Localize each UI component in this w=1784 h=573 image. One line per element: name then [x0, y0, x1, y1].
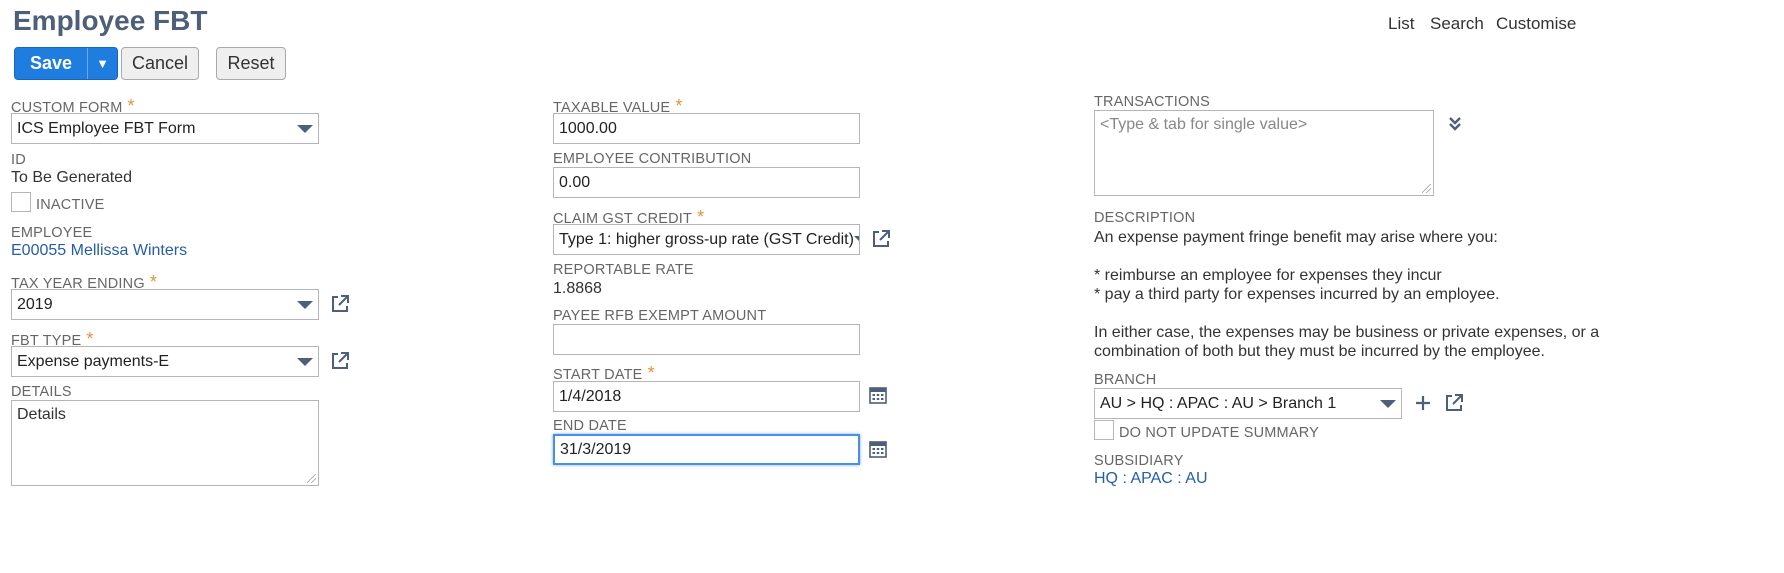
description-line	[1094, 247, 1599, 266]
details-textarea[interactable]: Details	[11, 400, 319, 486]
inactive-label: INACTIVE	[36, 197, 105, 213]
open-external-icon[interactable]	[870, 228, 892, 250]
subsidiary-link[interactable]: HQ : APAC : AU	[1094, 470, 1208, 488]
calendar-icon[interactable]	[868, 439, 888, 459]
description-line: * pay a third party for expenses incurre…	[1094, 286, 1500, 303]
reportable-rate-label: REPORTABLE RATE	[553, 262, 694, 278]
claim-gst-credit-value: Type 1: higher gross-up rate (GST Credit…	[559, 230, 854, 248]
reset-button[interactable]: Reset	[216, 47, 286, 80]
open-external-icon[interactable]	[329, 293, 351, 315]
branch-value: AU > HQ : APAC : AU > Branch 1	[1100, 394, 1337, 412]
details-value: Details	[17, 406, 66, 423]
end-date-label: END DATE	[553, 418, 627, 434]
reportable-rate-value: 1.8868	[553, 280, 602, 297]
start-date-input[interactable]: 1/4/2018	[553, 381, 860, 412]
tax-year-ending-select[interactable]: 2019	[11, 289, 319, 320]
subsidiary-label: SUBSIDIARY	[1094, 453, 1184, 469]
details-label: DETAILS	[11, 384, 72, 400]
branch-label: BRANCH	[1094, 372, 1157, 388]
save-button[interactable]: Save	[15, 48, 87, 79]
custom-form-value: ICS Employee FBT Form	[17, 119, 196, 137]
claim-gst-credit-select[interactable]: Type 1: higher gross-up rate (GST Credit…	[553, 224, 860, 255]
inactive-checkbox[interactable]	[11, 192, 31, 212]
description-line	[1094, 304, 1599, 323]
transactions-placeholder: <Type & tab for single value>	[1100, 116, 1308, 133]
open-external-icon[interactable]	[1443, 392, 1465, 414]
payee-rfb-exempt-amount-label: PAYEE RFB EXEMPT AMOUNT	[553, 308, 767, 324]
double-chevron-down-icon[interactable]	[1446, 115, 1464, 133]
do-not-update-summary-checkbox[interactable]	[1094, 420, 1114, 440]
id-value: To Be Generated	[11, 169, 132, 186]
tax-year-ending-value: 2019	[17, 295, 53, 313]
fbt-type-select[interactable]: Expense payments-E	[11, 346, 319, 377]
description-line: In either case, the expenses may be busi…	[1094, 324, 1600, 341]
nav-customise-link[interactable]: Customise	[1496, 14, 1576, 34]
employee-label: EMPLOYEE	[11, 225, 93, 241]
employee-contribution-label: EMPLOYEE CONTRIBUTION	[553, 151, 752, 167]
resize-handle[interactable]	[307, 474, 316, 483]
chevron-down-icon	[853, 235, 859, 244]
end-date-input[interactable]: 31/3/2019	[553, 434, 860, 465]
description-text: An expense payment fringe benefit may ar…	[1094, 228, 1599, 361]
plus-icon[interactable]	[1413, 393, 1433, 413]
transactions-textarea[interactable]: <Type & tab for single value>	[1094, 110, 1434, 196]
page-title: Employee FBT	[13, 5, 208, 36]
chevron-down-icon	[297, 124, 313, 133]
calendar-icon[interactable]	[868, 385, 888, 405]
cancel-button[interactable]: Cancel	[121, 47, 199, 80]
chevron-down-icon	[297, 357, 313, 366]
taxable-value-input[interactable]: 1000.00	[553, 113, 860, 144]
save-button-group: Save ▼	[14, 47, 118, 80]
description-line: combination of both but they must be inc…	[1094, 343, 1545, 360]
description-line: * reimburse an employee for expenses the…	[1094, 267, 1442, 284]
transactions-label: TRANSACTIONS	[1094, 94, 1210, 110]
payee-rfb-exempt-amount-input[interactable]	[553, 324, 860, 355]
nav-search-link[interactable]: Search	[1430, 14, 1484, 34]
employee-link[interactable]: E00055 Mellissa Winters	[11, 242, 187, 260]
branch-select[interactable]: AU > HQ : APAC : AU > Branch 1	[1094, 388, 1402, 419]
chevron-down-icon	[297, 300, 313, 309]
description-label: DESCRIPTION	[1094, 210, 1196, 226]
chevron-down-icon	[1380, 399, 1396, 408]
description-line: An expense payment fringe benefit may ar…	[1094, 229, 1498, 246]
custom-form-select[interactable]: ICS Employee FBT Form	[11, 113, 319, 144]
open-external-icon[interactable]	[329, 350, 351, 372]
nav-list-link[interactable]: List	[1388, 14, 1414, 34]
save-menu-button[interactable]: ▼	[87, 48, 117, 79]
id-label: ID	[11, 152, 26, 168]
do-not-update-summary-label: DO NOT UPDATE SUMMARY	[1119, 425, 1319, 441]
resize-handle[interactable]	[1422, 184, 1431, 193]
employee-contribution-input[interactable]: 0.00	[553, 167, 860, 198]
fbt-type-value: Expense payments-E	[17, 352, 170, 370]
